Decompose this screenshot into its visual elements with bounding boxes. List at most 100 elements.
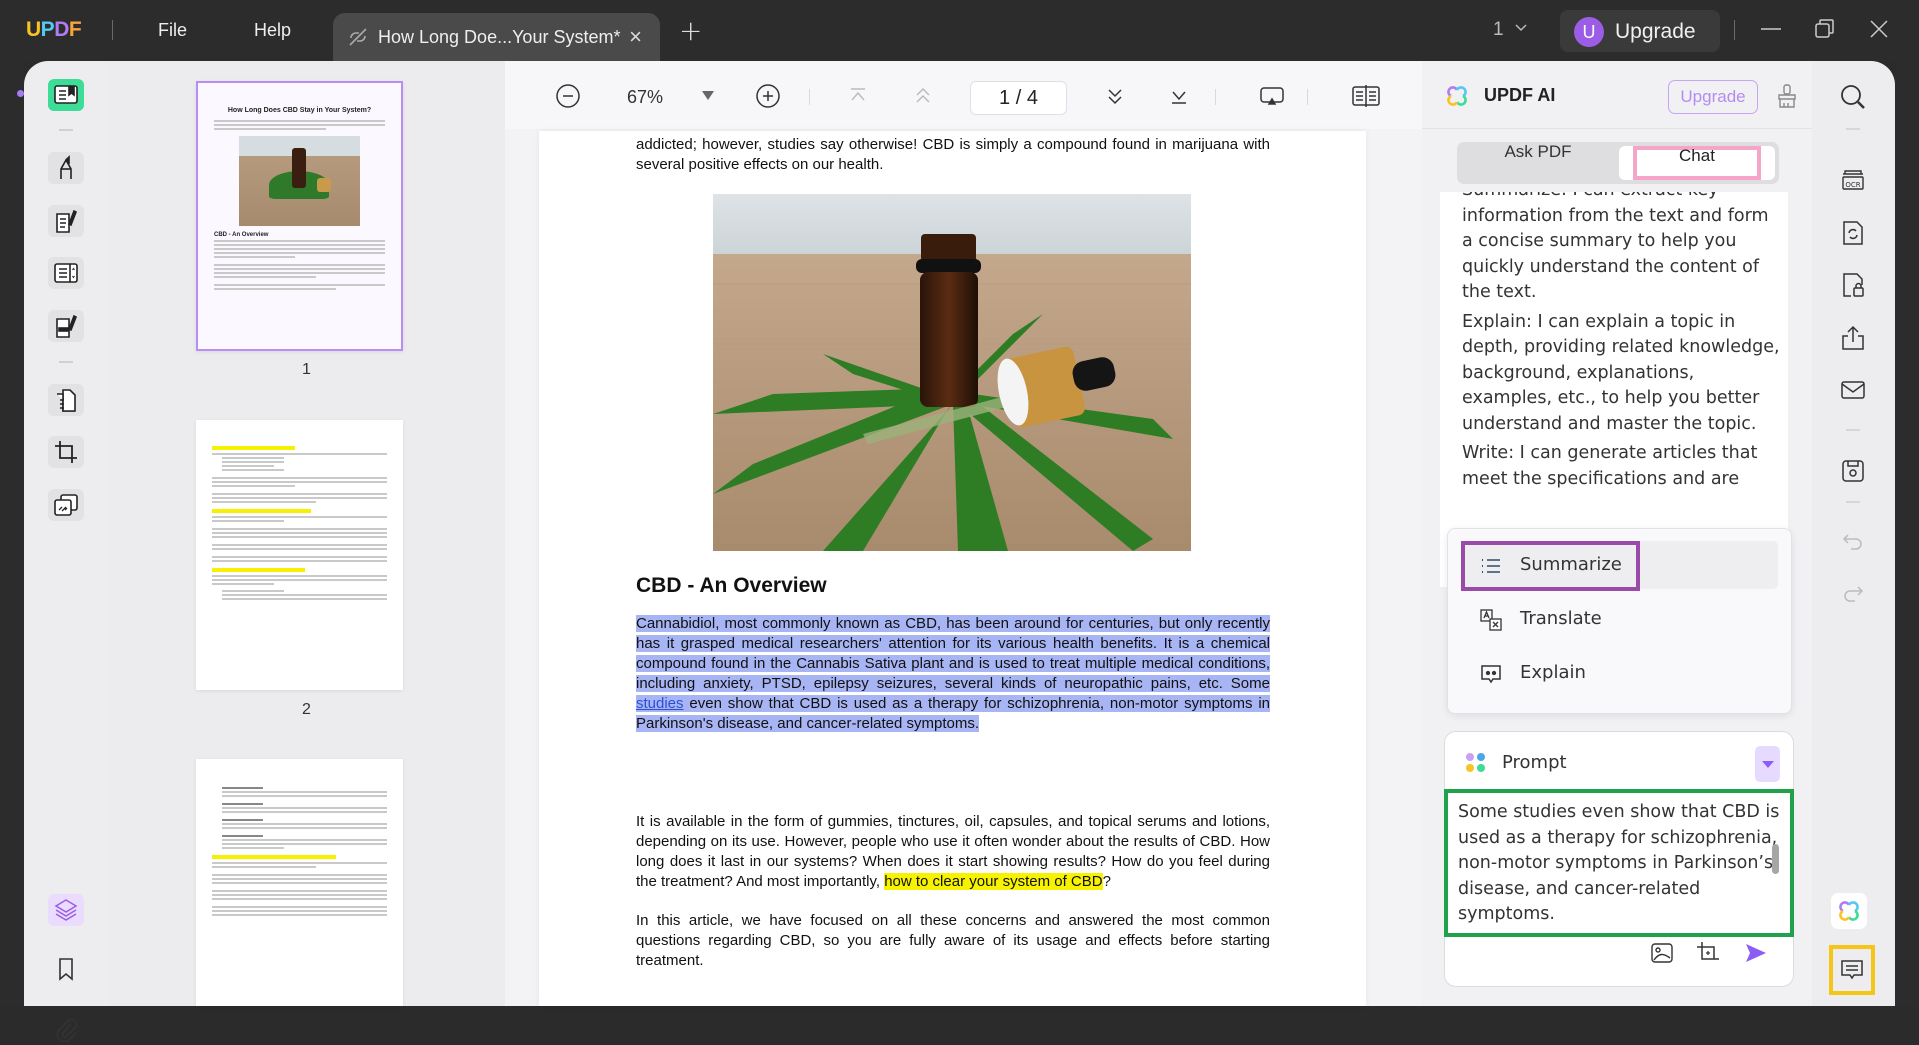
- share-icon[interactable]: [1839, 324, 1867, 352]
- menu-file[interactable]: File: [158, 20, 187, 41]
- paperclip-icon: [56, 1018, 78, 1042]
- prompt-input[interactable]: [1444, 789, 1794, 937]
- next-page-icon[interactable]: [1102, 83, 1128, 109]
- tab-ask-pdf[interactable]: Ask PDF: [1457, 142, 1619, 184]
- selected-paragraph[interactable]: Cannabidiol, most commonly known as CBD,…: [636, 614, 1270, 734]
- chevron-down-icon[interactable]: [1515, 22, 1527, 34]
- prompt-icon: [1466, 753, 1485, 772]
- screenshot-crop-icon[interactable]: [1696, 941, 1720, 965]
- title-divider: [112, 20, 113, 40]
- tool-highlight[interactable]: [48, 152, 84, 184]
- updf-ai-icon: [1839, 901, 1859, 921]
- paragraph: It is available in the form of gummies, …: [636, 813, 1270, 890]
- avatar: U: [1574, 17, 1604, 47]
- tool-redact[interactable]: [48, 310, 84, 342]
- action-translate[interactable]: Translate: [1462, 595, 1778, 643]
- tool-crop[interactable]: [48, 436, 84, 468]
- thumbnail-page-2[interactable]: [196, 420, 403, 690]
- message-paragraph: Write: I can generate articles that meet…: [1462, 443, 1758, 489]
- previous-page-icon[interactable]: [910, 83, 936, 109]
- undo-icon[interactable]: [1839, 527, 1867, 555]
- prompt-box: Prompt: [1444, 731, 1794, 987]
- zoom-in-icon[interactable]: [755, 83, 781, 109]
- clear-brush-icon[interactable]: [1776, 83, 1798, 109]
- restore-icon[interactable]: [1810, 14, 1840, 44]
- tab-title: How Long Doe...Your System*: [378, 27, 621, 47]
- zoom-level[interactable]: 67%: [627, 87, 663, 108]
- convert-icon[interactable]: [1839, 219, 1867, 247]
- tool-layers[interactable]: [48, 894, 84, 926]
- action-summarize[interactable]: Summarize: [1461, 541, 1778, 591]
- comment-button[interactable]: [1829, 945, 1875, 995]
- thumbnail-number: 1: [302, 361, 311, 378]
- left-edge: [0, 61, 24, 1006]
- zoom-out-icon[interactable]: [555, 83, 581, 109]
- search-icon[interactable]: [1839, 83, 1867, 111]
- prompt-label: Prompt: [1502, 752, 1567, 773]
- document-area: 67% 1 / 4 addicted; however, studies say…: [505, 61, 1422, 1006]
- left-toolbar: [24, 61, 108, 1042]
- action-explain[interactable]: Explain: [1462, 649, 1778, 697]
- tool-attachment[interactable]: [48, 1013, 84, 1045]
- insert-image-icon[interactable]: [1650, 941, 1674, 965]
- highlighter-icon: [60, 155, 72, 179]
- ai-upgrade-button[interactable]: Upgrade: [1668, 80, 1758, 114]
- redo-icon[interactable]: [1839, 579, 1867, 607]
- paragraph: In this article, we have focused on all …: [636, 912, 1270, 969]
- watermark-icon: [54, 494, 78, 516]
- tool-form[interactable]: [48, 257, 84, 289]
- toolbar-divider: [809, 89, 810, 105]
- page-layout-icon[interactable]: [1351, 83, 1381, 109]
- tool-organize-pages[interactable]: [48, 384, 84, 416]
- redact-icon: [56, 314, 78, 338]
- last-page-icon[interactable]: [1166, 83, 1192, 109]
- document-tab[interactable]: How Long Doe...Your System* ×: [333, 13, 660, 61]
- crop-icon: [55, 441, 77, 463]
- right-toolbar: OCR: [1812, 61, 1895, 1006]
- organize-pages-icon: [57, 389, 76, 412]
- close-window-icon[interactable]: [1864, 14, 1894, 44]
- protect-icon[interactable]: [1839, 271, 1867, 299]
- page-number-input[interactable]: 1 / 4: [970, 81, 1067, 115]
- thumbnail-number: 2: [302, 701, 311, 718]
- new-tab-button[interactable]: +: [679, 14, 702, 47]
- explain-icon: [1481, 665, 1501, 684]
- page-selector[interactable]: 1: [1493, 19, 1504, 41]
- unsaved-link-icon: [349, 28, 367, 46]
- toolbar-divider: [1846, 429, 1860, 431]
- tool-edit-text[interactable]: [48, 205, 84, 237]
- summarize-highlight: [1461, 541, 1640, 591]
- thumb-section: CBD - An Overview: [214, 232, 269, 238]
- tab-chat[interactable]: Chat: [1619, 146, 1775, 180]
- prompt-dropdown[interactable]: [1755, 746, 1780, 782]
- svg-text:OCR: OCR: [1845, 181, 1860, 189]
- tool-bookmark[interactable]: [48, 953, 84, 985]
- layers-icon: [54, 899, 78, 921]
- upgrade-button[interactable]: U Upgrade: [1560, 10, 1720, 52]
- message-partial-line: Summarize: I can extract key: [1462, 192, 1782, 204]
- prompt-scrollbar[interactable]: [1772, 844, 1779, 874]
- menu-help[interactable]: Help: [254, 20, 291, 41]
- presentation-icon[interactable]: [1259, 83, 1285, 109]
- thumb-image: [239, 136, 360, 226]
- highlighted-text[interactable]: how to clear your system of CBD: [884, 873, 1103, 890]
- bookmark-icon: [59, 958, 73, 981]
- updf-ai-button[interactable]: [1831, 893, 1867, 929]
- ai-assistant-panel: UPDF AI Upgrade Ask PDF Chat Summarize: …: [1422, 61, 1812, 1006]
- thumbnail-page-3[interactable]: [196, 759, 403, 1006]
- ocr-icon[interactable]: OCR: [1839, 166, 1867, 194]
- tool-watermark[interactable]: [48, 489, 84, 521]
- email-icon[interactable]: [1839, 376, 1867, 404]
- tool-reader[interactable]: [48, 79, 84, 111]
- first-page-icon[interactable]: [845, 83, 871, 109]
- toolbar-divider: [1846, 501, 1860, 503]
- save-icon[interactable]: [1839, 457, 1867, 485]
- thumbnail-page-1[interactable]: How Long Does CBD Stay in Your System? C…: [196, 81, 403, 351]
- studies-link[interactable]: studies: [636, 695, 684, 712]
- close-tab-icon[interactable]: ×: [629, 24, 642, 50]
- toolbar-divider: [1307, 89, 1308, 105]
- indicator-dot: [17, 90, 24, 97]
- send-icon[interactable]: [1744, 941, 1768, 965]
- minimize-icon[interactable]: [1756, 14, 1786, 44]
- zoom-dropdown-icon[interactable]: [702, 91, 714, 100]
